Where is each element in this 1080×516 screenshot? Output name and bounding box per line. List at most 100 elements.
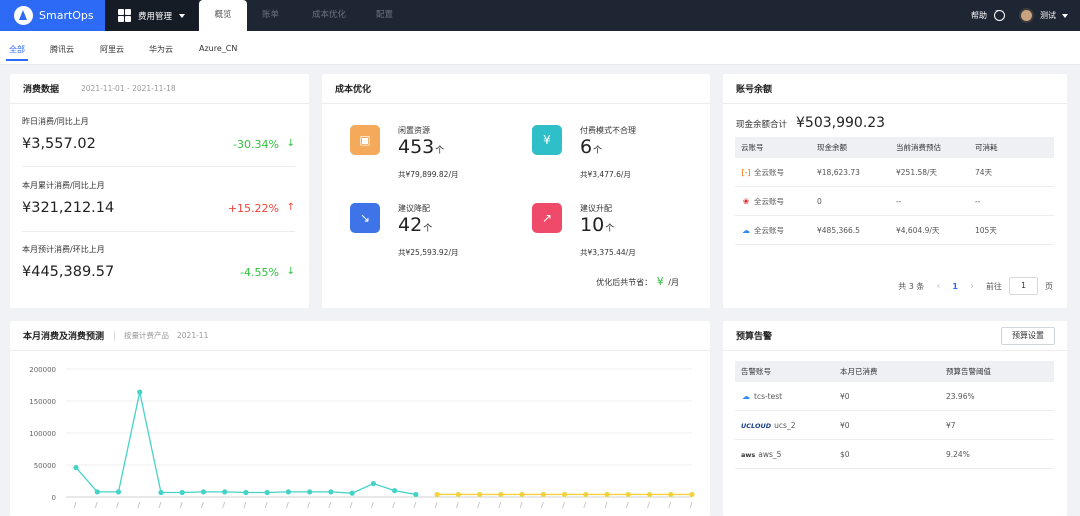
data-point[interactable] — [200, 489, 207, 495]
saving-label: 优化后共节省： — [596, 278, 653, 287]
table-row[interactable]: [-] 全云账号 ¥18,623.73 ¥251.58/天 74天 — [735, 158, 1054, 187]
data-point[interactable] — [243, 489, 249, 496]
x-tick — [519, 501, 523, 509]
spend-label: 本月累计消费/同比上月 — [22, 181, 105, 190]
consumption-estimate: ¥4,604.9/天 — [896, 225, 940, 235]
data-point[interactable] — [370, 480, 376, 487]
table-row[interactable]: ☁ tcs-test ¥0 23.96% — [735, 382, 1054, 411]
balance-table: 云账号 现金余额 当前消费预估 可消耗 [-] 全云账号 ¥18,623.73 ¥… — [735, 137, 1054, 245]
account-name: ucs_2 — [774, 420, 796, 430]
threshold-value: 9.24% — [946, 449, 970, 459]
data-point[interactable] — [222, 489, 228, 495]
budget-settings-button[interactable]: 预算设置 — [1001, 327, 1055, 345]
subtab-azure[interactable]: Azure_CN — [199, 44, 237, 53]
x-tick — [222, 501, 226, 509]
data-point[interactable] — [349, 490, 355, 496]
x-tick — [158, 501, 162, 509]
x-tick — [94, 501, 98, 509]
data-point[interactable] — [434, 491, 440, 498]
account-balance-card: 账号余额 现金余额合计 ¥503,990.23 云账号 现金余额 当前消费预估 … — [723, 74, 1067, 308]
x-tick — [498, 501, 502, 509]
data-point[interactable] — [583, 491, 589, 498]
data-point[interactable] — [519, 491, 525, 498]
page-unit: 页 — [1045, 281, 1053, 291]
consumption-estimate: -- — [896, 196, 902, 206]
data-point[interactable] — [94, 489, 100, 495]
user-name[interactable]: 测试 — [1040, 10, 1056, 21]
data-point[interactable] — [73, 464, 79, 471]
data-point[interactable] — [115, 489, 122, 495]
table-row[interactable]: ☁ 全云账号 ¥485,366.5 ¥4,604.9/天 105天 — [735, 216, 1054, 245]
account-name: tcs-test — [754, 391, 783, 401]
spend-date-range: 2021-11-01 - 2021-11-18 — [81, 84, 176, 93]
table-row[interactable]: aws aws_5 $0 9.24% — [735, 440, 1054, 469]
data-point[interactable] — [179, 489, 185, 496]
table-row[interactable]: ❀ 全云账号 0 -- -- — [735, 187, 1054, 216]
data-point[interactable] — [668, 491, 674, 498]
data-point[interactable] — [561, 491, 568, 498]
table-header: 云账号 现金余额 当前消费预估 可消耗 — [735, 137, 1054, 158]
subtab-huawei[interactable]: 华为云 — [149, 44, 173, 55]
chat-icon[interactable] — [994, 7, 1005, 21]
subtab-aliyun[interactable]: 阿里云 — [100, 44, 124, 55]
data-point[interactable] — [328, 489, 334, 495]
x-tick — [562, 501, 566, 509]
data-point[interactable] — [646, 491, 653, 498]
data-point[interactable] — [285, 489, 292, 495]
help-link[interactable]: 帮助 — [971, 10, 987, 21]
data-point[interactable] — [158, 489, 164, 496]
avatar[interactable] — [1019, 8, 1034, 23]
data-point[interactable] — [264, 489, 270, 496]
x-tick — [689, 501, 693, 509]
subtab-all[interactable]: 全部 — [6, 44, 28, 61]
data-point[interactable] — [392, 488, 398, 494]
data-point[interactable] — [625, 491, 631, 498]
spend-value: ¥321,212.14 — [22, 200, 115, 216]
budget-title: 预算告警 — [736, 332, 773, 342]
data-point[interactable] — [498, 491, 504, 498]
aliyun-icon: [-] — [741, 167, 751, 177]
tab-bills[interactable]: 账单 — [262, 0, 279, 31]
column-header: 告警账号 — [741, 367, 771, 376]
x-tick — [434, 501, 438, 509]
trend-subtitle: 按量计费产品 — [124, 331, 170, 340]
x-tick — [349, 501, 353, 509]
downgrade-icon: ↘ — [350, 203, 380, 233]
data-point[interactable] — [307, 489, 313, 495]
data-point[interactable] — [137, 389, 143, 395]
trend-title: 本月消费及消费预测 — [23, 332, 105, 342]
x-tick — [264, 501, 268, 509]
data-point[interactable] — [689, 491, 695, 498]
saving-value: ¥ — [656, 275, 664, 288]
data-point[interactable] — [476, 491, 483, 498]
x-tick — [307, 501, 311, 509]
account-name: aws_5 — [758, 449, 782, 459]
data-point[interactable] — [540, 491, 546, 498]
account-name: 全云账号 — [754, 225, 784, 235]
tab-cost-optimization[interactable]: 成本优化 — [312, 0, 346, 31]
prev-page-icon[interactable]: ‹ — [936, 281, 940, 292]
threshold-value: 23.96% — [946, 391, 975, 401]
opt-unit: 个 — [423, 224, 433, 234]
spend-label: 昨日消费/同比上月 — [22, 117, 89, 126]
page-jump-input[interactable]: 1 — [1009, 277, 1038, 295]
data-point[interactable] — [455, 491, 461, 498]
tab-config[interactable]: 配置 — [376, 0, 393, 31]
table-row[interactable]: UCLOUD ucs_2 ¥0 ¥7 — [735, 411, 1054, 440]
subtab-tencent[interactable]: 腾讯云 — [50, 44, 74, 55]
brand-logo[interactable]: SmartOps — [0, 0, 105, 31]
optimization-saving: 优化后共节省： ¥ /月 — [596, 275, 679, 288]
account-name: 全云账号 — [754, 167, 784, 177]
next-page-icon[interactable]: › — [970, 281, 974, 292]
opt-total: 共¥3,375.44/月 — [580, 248, 636, 257]
idle-resource-icon: ▣ — [350, 125, 380, 155]
data-point[interactable] — [604, 491, 610, 498]
data-point[interactable] — [413, 491, 419, 498]
available-days: 74天 — [975, 167, 993, 177]
chevron-down-icon[interactable] — [1062, 13, 1068, 18]
x-tick — [392, 501, 396, 509]
tab-overview[interactable]: 概览 — [199, 0, 247, 31]
product-menu-button[interactable]: 费用管理 — [105, 0, 198, 31]
current-page[interactable]: 1 — [952, 282, 958, 291]
spend-title: 消费数据 — [23, 85, 60, 95]
